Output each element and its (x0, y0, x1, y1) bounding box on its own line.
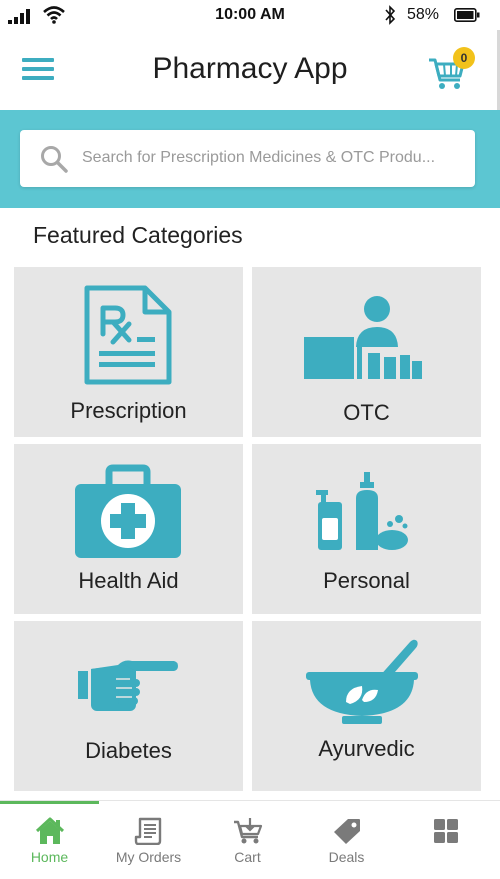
status-bar: 10:00 AM 58% (0, 0, 500, 30)
category-label: Ayurvedic (318, 736, 415, 761)
battery-icon (454, 8, 480, 22)
bluetooth-icon (385, 5, 396, 25)
search-input[interactable] (82, 138, 467, 178)
search-icon (41, 146, 68, 173)
personal-care-bottles-icon (316, 472, 408, 550)
nav-label: Cart (234, 849, 261, 865)
nav-my-orders[interactable]: My Orders (99, 801, 198, 879)
active-tab-indicator (0, 801, 99, 804)
cart-icon (234, 818, 263, 844)
category-tile-diabetes[interactable]: Diabetes (14, 621, 243, 791)
nav-more-grid[interactable] (396, 801, 495, 879)
orders-receipt-icon (134, 817, 162, 845)
category-tile-ayurvedic[interactable]: Ayurvedic (252, 621, 481, 791)
finger-prick-icon (78, 660, 178, 711)
tag-icon (334, 819, 360, 844)
category-label: Diabetes (85, 738, 172, 763)
prescription-icon (84, 285, 172, 385)
nav-cart[interactable]: Cart (198, 801, 297, 879)
nav-label: Deals (328, 849, 365, 865)
battery-percentage: 58% (407, 6, 440, 23)
app-header: Pharmacy App (0, 30, 500, 110)
category-tile-prescription[interactable]: Prescription (14, 267, 243, 437)
category-label: Prescription (70, 398, 187, 423)
nav-deals[interactable]: Deals (297, 801, 396, 879)
cart-count-badge: 0 (453, 47, 475, 69)
home-icon (35, 817, 65, 844)
category-tile-personal[interactable]: Personal (252, 444, 481, 614)
search-band (0, 110, 500, 208)
mortar-pestle-icon (306, 639, 418, 724)
search-box[interactable] (20, 130, 475, 187)
featured-categories-title: Featured Categories (33, 222, 243, 248)
first-aid-kit-icon (75, 464, 181, 558)
category-tile-health-aid[interactable]: Health Aid (14, 444, 243, 614)
page-title: Pharmacy App (152, 52, 348, 85)
bottom-navigation: Home My Orders Cart Deals (0, 800, 500, 879)
grid-icon (434, 819, 458, 843)
category-label: OTC (343, 400, 390, 425)
nav-label: Home (30, 849, 69, 865)
category-label: Personal (323, 568, 410, 593)
nav-label: My Orders (115, 849, 182, 865)
category-tile-otc[interactable]: OTC (252, 267, 481, 437)
category-label: Health Aid (78, 568, 179, 593)
pharmacist-counter-icon (304, 296, 422, 379)
nav-home[interactable]: Home (0, 801, 99, 879)
